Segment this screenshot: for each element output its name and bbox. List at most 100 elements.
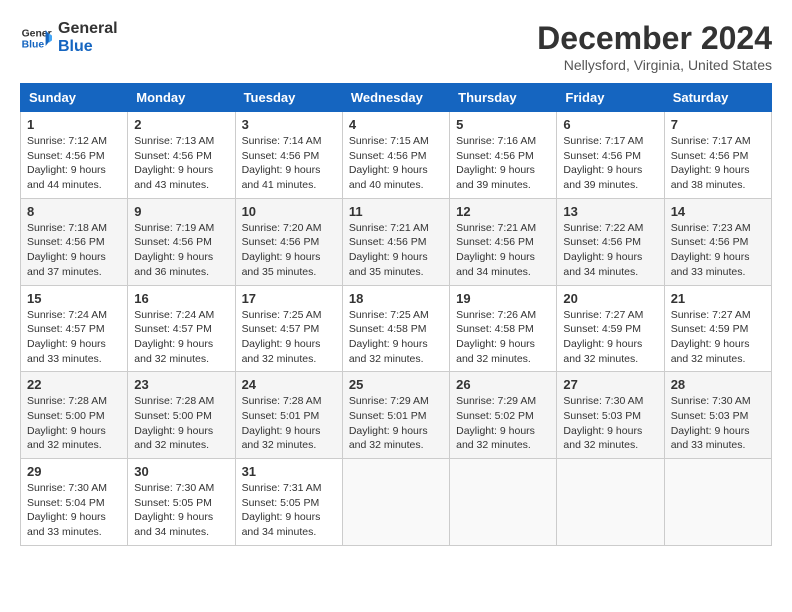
- day-detail: Sunrise: 7:30 AMSunset: 5:03 PMDaylight:…: [671, 395, 751, 451]
- logo-blue: Blue: [58, 38, 118, 56]
- day-cell: [450, 459, 557, 546]
- day-number: 13: [563, 204, 657, 219]
- day-detail: Sunrise: 7:20 AMSunset: 4:56 PMDaylight:…: [242, 222, 322, 278]
- day-detail: Sunrise: 7:15 AMSunset: 4:56 PMDaylight:…: [349, 135, 429, 191]
- day-cell: 22Sunrise: 7:28 AMSunset: 5:00 PMDayligh…: [21, 372, 128, 459]
- header-cell-wednesday: Wednesday: [342, 84, 449, 112]
- calendar-body: 1 Sunrise: 7:12 AMSunset: 4:56 PMDaylight…: [21, 112, 772, 546]
- day-detail: Sunrise: 7:23 AMSunset: 4:56 PMDaylight:…: [671, 222, 751, 278]
- day-number: 10: [242, 204, 336, 219]
- day-detail: Sunrise: 7:24 AMSunset: 4:57 PMDaylight:…: [134, 309, 214, 365]
- day-detail: Sunrise: 7:25 AMSunset: 4:57 PMDaylight:…: [242, 309, 322, 365]
- day-detail: Sunrise: 7:25 AMSunset: 4:58 PMDaylight:…: [349, 309, 429, 365]
- day-detail: Sunrise: 7:21 AMSunset: 4:56 PMDaylight:…: [349, 222, 429, 278]
- day-cell: [342, 459, 449, 546]
- day-detail: Sunrise: 7:18 AMSunset: 4:56 PMDaylight:…: [27, 222, 107, 278]
- day-cell: 1 Sunrise: 7:12 AMSunset: 4:56 PMDaylight…: [21, 112, 128, 199]
- day-detail: Sunrise: 7:22 AMSunset: 4:56 PMDaylight:…: [563, 222, 643, 278]
- day-number: 2: [134, 117, 228, 132]
- day-cell: 21 Sunrise: 7:27 AMSunset: 4:59 PMDayligh…: [664, 285, 771, 372]
- day-cell: 12Sunrise: 7:21 AMSunset: 4:56 PMDayligh…: [450, 198, 557, 285]
- day-detail: Sunrise: 7:31 AMSunset: 5:05 PMDaylight:…: [242, 482, 322, 538]
- day-cell: 23 Sunrise: 7:28 AMSunset: 5:00 PMDayligh…: [128, 372, 235, 459]
- day-cell: [664, 459, 771, 546]
- day-detail: Sunrise: 7:28 AMSunset: 5:00 PMDaylight:…: [134, 395, 214, 451]
- day-cell: 13 Sunrise: 7:22 AMSunset: 4:56 PMDayligh…: [557, 198, 664, 285]
- day-number: 28: [671, 377, 765, 392]
- logo: General Blue General Blue: [20, 20, 118, 55]
- day-cell: 25 Sunrise: 7:29 AMSunset: 5:01 PMDayligh…: [342, 372, 449, 459]
- day-number: 21: [671, 291, 765, 306]
- day-number: 24: [242, 377, 336, 392]
- day-cell: 5 Sunrise: 7:16 AMSunset: 4:56 PMDaylight…: [450, 112, 557, 199]
- day-detail: Sunrise: 7:30 AMSunset: 5:03 PMDaylight:…: [563, 395, 643, 451]
- header-cell-tuesday: Tuesday: [235, 84, 342, 112]
- day-number: 6: [563, 117, 657, 132]
- day-detail: Sunrise: 7:29 AMSunset: 5:01 PMDaylight:…: [349, 395, 429, 451]
- day-number: 19: [456, 291, 550, 306]
- header: General Blue General Blue December 2024 …: [20, 20, 772, 73]
- header-row: SundayMondayTuesdayWednesdayThursdayFrid…: [21, 84, 772, 112]
- day-number: 4: [349, 117, 443, 132]
- day-detail: Sunrise: 7:17 AMSunset: 4:56 PMDaylight:…: [563, 135, 643, 191]
- day-number: 20: [563, 291, 657, 306]
- day-number: 1: [27, 117, 121, 132]
- day-detail: Sunrise: 7:30 AMSunset: 5:05 PMDaylight:…: [134, 482, 214, 538]
- header-cell-saturday: Saturday: [664, 84, 771, 112]
- day-detail: Sunrise: 7:30 AMSunset: 5:04 PMDaylight:…: [27, 482, 107, 538]
- day-number: 8: [27, 204, 121, 219]
- day-number: 18: [349, 291, 443, 306]
- day-cell: 16Sunrise: 7:24 AMSunset: 4:57 PMDayligh…: [128, 285, 235, 372]
- day-detail: Sunrise: 7:16 AMSunset: 4:56 PMDaylight:…: [456, 135, 536, 191]
- day-cell: 24 Sunrise: 7:28 AMSunset: 5:01 PMDayligh…: [235, 372, 342, 459]
- day-number: 25: [349, 377, 443, 392]
- day-number: 9: [134, 204, 228, 219]
- week-row-1: 1 Sunrise: 7:12 AMSunset: 4:56 PMDaylight…: [21, 112, 772, 199]
- day-detail: Sunrise: 7:17 AMSunset: 4:56 PMDaylight:…: [671, 135, 751, 191]
- day-cell: 27Sunrise: 7:30 AMSunset: 5:03 PMDayligh…: [557, 372, 664, 459]
- day-cell: 10 Sunrise: 7:20 AMSunset: 4:56 PMDayligh…: [235, 198, 342, 285]
- day-cell: 8 Sunrise: 7:18 AMSunset: 4:56 PMDaylight…: [21, 198, 128, 285]
- logo-general: General: [58, 20, 118, 38]
- day-cell: 11 Sunrise: 7:21 AMSunset: 4:56 PMDayligh…: [342, 198, 449, 285]
- day-detail: Sunrise: 7:29 AMSunset: 5:02 PMDaylight:…: [456, 395, 536, 451]
- day-number: 31: [242, 464, 336, 479]
- day-cell: 29 Sunrise: 7:30 AMSunset: 5:04 PMDayligh…: [21, 459, 128, 546]
- header-cell-sunday: Sunday: [21, 84, 128, 112]
- day-cell: 4 Sunrise: 7:15 AMSunset: 4:56 PMDaylight…: [342, 112, 449, 199]
- day-number: 5: [456, 117, 550, 132]
- week-row-5: 29 Sunrise: 7:30 AMSunset: 5:04 PMDayligh…: [21, 459, 772, 546]
- day-cell: 19 Sunrise: 7:26 AMSunset: 4:58 PMDayligh…: [450, 285, 557, 372]
- week-row-3: 15 Sunrise: 7:24 AMSunset: 4:57 PMDayligh…: [21, 285, 772, 372]
- day-cell: 18 Sunrise: 7:25 AMSunset: 4:58 PMDayligh…: [342, 285, 449, 372]
- day-cell: 17Sunrise: 7:25 AMSunset: 4:57 PMDayligh…: [235, 285, 342, 372]
- day-number: 30: [134, 464, 228, 479]
- day-detail: Sunrise: 7:13 AMSunset: 4:56 PMDaylight:…: [134, 135, 214, 191]
- day-detail: Sunrise: 7:26 AMSunset: 4:58 PMDaylight:…: [456, 309, 536, 365]
- day-detail: Sunrise: 7:12 AMSunset: 4:56 PMDaylight:…: [27, 135, 107, 191]
- day-number: 11: [349, 204, 443, 219]
- calendar-table: SundayMondayTuesdayWednesdayThursdayFrid…: [20, 83, 772, 546]
- day-detail: Sunrise: 7:14 AMSunset: 4:56 PMDaylight:…: [242, 135, 322, 191]
- main-title: December 2024: [537, 20, 772, 57]
- day-cell: 20Sunrise: 7:27 AMSunset: 4:59 PMDayligh…: [557, 285, 664, 372]
- header-cell-thursday: Thursday: [450, 84, 557, 112]
- svg-text:Blue: Blue: [22, 39, 45, 50]
- day-detail: Sunrise: 7:24 AMSunset: 4:57 PMDaylight:…: [27, 309, 107, 365]
- day-cell: 9Sunrise: 7:19 AMSunset: 4:56 PMDaylight…: [128, 198, 235, 285]
- day-number: 23: [134, 377, 228, 392]
- day-detail: Sunrise: 7:21 AMSunset: 4:56 PMDaylight:…: [456, 222, 536, 278]
- day-number: 3: [242, 117, 336, 132]
- week-row-2: 8 Sunrise: 7:18 AMSunset: 4:56 PMDaylight…: [21, 198, 772, 285]
- day-number: 7: [671, 117, 765, 132]
- day-cell: 26Sunrise: 7:29 AMSunset: 5:02 PMDayligh…: [450, 372, 557, 459]
- day-number: 14: [671, 204, 765, 219]
- logo-icon: General Blue: [20, 22, 52, 54]
- day-cell: 15 Sunrise: 7:24 AMSunset: 4:57 PMDayligh…: [21, 285, 128, 372]
- day-detail: Sunrise: 7:28 AMSunset: 5:01 PMDaylight:…: [242, 395, 322, 451]
- day-detail: Sunrise: 7:27 AMSunset: 4:59 PMDaylight:…: [671, 309, 751, 365]
- day-number: 15: [27, 291, 121, 306]
- day-number: 29: [27, 464, 121, 479]
- day-cell: 31 Sunrise: 7:31 AMSunset: 5:05 PMDayligh…: [235, 459, 342, 546]
- day-cell: 14 Sunrise: 7:23 AMSunset: 4:56 PMDayligh…: [664, 198, 771, 285]
